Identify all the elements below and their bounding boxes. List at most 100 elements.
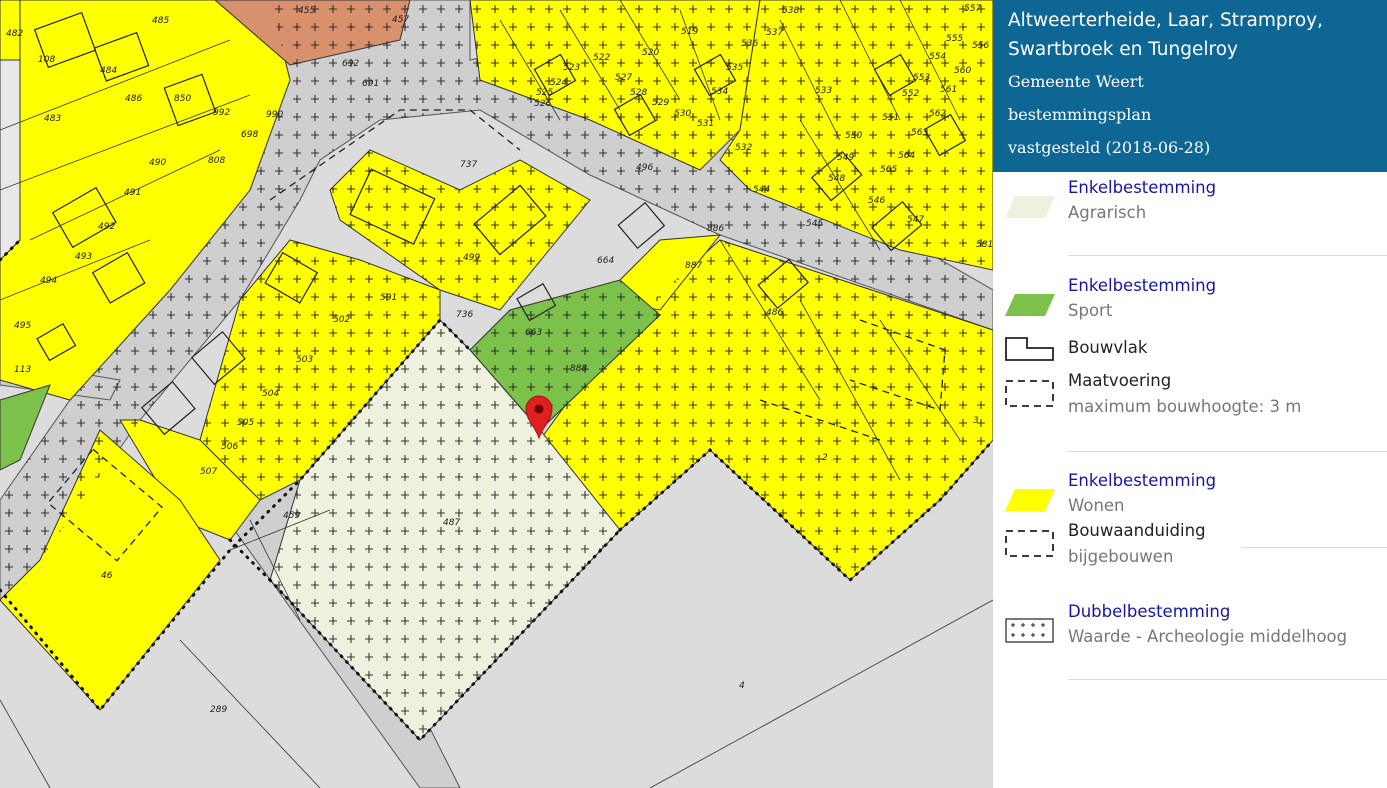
plot-number-label: 4 bbox=[739, 681, 745, 691]
legend-item-archeologie: Dubbelbestemming Waarde - Archeologie mi… bbox=[993, 596, 1387, 686]
plot-number-label: 484 bbox=[100, 66, 117, 76]
plot-number-label: 551 bbox=[882, 113, 899, 123]
plot-number-label: 495 bbox=[14, 321, 31, 331]
plot-number-label: 491 bbox=[124, 188, 141, 198]
plot-number-label: 548 bbox=[828, 174, 845, 184]
zone-wonen-nw-pale bbox=[0, 59, 21, 261]
plot-number-label: 887 bbox=[685, 261, 702, 271]
agrarisch-name: Agrarisch bbox=[1068, 203, 1147, 222]
plot-number-label: 529 bbox=[652, 98, 669, 108]
legend-item-wonen: Enkelbestemming Wonen bbox=[993, 465, 1387, 525]
plot-number-label: 563 bbox=[911, 128, 928, 138]
plot-number-label: 527 bbox=[615, 73, 632, 83]
legend-item-agrarisch: Enkelbestemming Agrarisch bbox=[993, 172, 1387, 262]
maatvoering-label: Maatvoering bbox=[1068, 371, 1172, 390]
plot-number-label: 505 bbox=[237, 418, 254, 428]
legend-divider bbox=[1068, 255, 1387, 256]
bouwvlak-label: Bouwvlak bbox=[1068, 338, 1148, 357]
archeologie-name: Waarde - Archeologie middelhoog bbox=[1068, 627, 1348, 646]
plot-number-label: 525 bbox=[536, 88, 553, 98]
plot-number-label: 698 bbox=[241, 130, 258, 140]
plot-number-label: 485 bbox=[152, 16, 169, 26]
wonen-name: Wonen bbox=[1068, 496, 1125, 515]
plot-number-label: 549 bbox=[837, 153, 854, 163]
plot-number-label: 502 bbox=[333, 315, 350, 325]
plot-number-label: 692 bbox=[342, 59, 359, 69]
plot-number-label: 556 bbox=[972, 41, 989, 51]
maatvoering-detail: maximum bouwhoogte: 3 m bbox=[1068, 397, 1302, 416]
plot-number-label: 530 bbox=[674, 109, 691, 119]
plot-number-label: 455 bbox=[298, 6, 315, 16]
municipality-label: Gemeente Weert bbox=[1008, 72, 1144, 91]
plot-number-label: 552 bbox=[902, 89, 919, 99]
plot-number-label: 561 bbox=[940, 85, 957, 95]
plot-number-label: 499 bbox=[463, 253, 480, 263]
legend-divider bbox=[1068, 451, 1387, 452]
plot-number-label: 486 bbox=[125, 94, 142, 104]
plot-number-label: 519 bbox=[681, 27, 698, 37]
plot-number-label: 503 bbox=[296, 355, 313, 365]
plot-number-label: 3 bbox=[973, 416, 979, 426]
archeologie-pattern-icon bbox=[1005, 618, 1054, 643]
plot-number-label: 534 bbox=[711, 87, 728, 97]
legend-item-sport: Enkelbestemming Sport bbox=[993, 270, 1387, 330]
plot-number-label: 564 bbox=[898, 151, 915, 161]
legend-item-bouwaanduiding: Bouwaanduiding bijgebouwen bbox=[993, 518, 1387, 582]
plot-number-label: 888 bbox=[570, 364, 587, 374]
plot-number-label: 550 bbox=[845, 131, 862, 141]
plot-number-label: 113 bbox=[14, 365, 31, 375]
archeologie-category: Dubbelbestemming bbox=[1068, 602, 1231, 621]
legend-panel: Altweerterheide, Laar, Stramproy, Swartb… bbox=[993, 0, 1387, 788]
plot-number-label: 523 bbox=[563, 63, 580, 73]
plot-number-label: 581 bbox=[976, 240, 993, 250]
plot-number-label: 664 bbox=[597, 256, 614, 266]
plot-number-label: 289 bbox=[210, 705, 227, 715]
maatvoering-symbol-icon bbox=[1005, 380, 1054, 407]
plot-number-label: 506 bbox=[221, 442, 238, 452]
plot-number-label: 2 bbox=[822, 453, 828, 463]
map-canvas[interactable]: 455 457 485 482 108 484 486 483 850 992 990 698 808 4… bbox=[0, 0, 993, 788]
plot-number-label: 494 bbox=[40, 276, 57, 286]
legend-item-bouwvlak: Bouwvlak bbox=[993, 330, 1387, 366]
plot-number-label: 532 bbox=[735, 143, 752, 153]
sport-name: Sport bbox=[1068, 301, 1113, 320]
plan-type-label: bestemmingsplan bbox=[1008, 105, 1152, 124]
plan-status-label: vastgesteld (2018-06-28) bbox=[1008, 138, 1211, 157]
plot-number-label: 528 bbox=[630, 88, 647, 98]
plan-header: Altweerterheide, Laar, Stramproy, Swartb… bbox=[993, 0, 1387, 172]
plot-number-label: 493 bbox=[75, 252, 92, 262]
plot-number-label: 496 bbox=[636, 163, 653, 173]
plot-number-label: 565 bbox=[880, 165, 897, 175]
plot-number-label: 555 bbox=[946, 34, 963, 44]
legend-divider bbox=[1068, 679, 1387, 680]
plot-number-label: 487 bbox=[443, 518, 460, 528]
plot-number-label: 537 bbox=[766, 28, 783, 38]
agrarisch-category: Enkelbestemming bbox=[1068, 178, 1217, 197]
plot-number-label: 990 bbox=[266, 110, 283, 120]
plot-number-label: 526 bbox=[534, 99, 551, 109]
plot-number-label: 492 bbox=[98, 222, 115, 232]
plot-number-label: 886 bbox=[707, 224, 724, 234]
plot-number-label: 490 bbox=[149, 158, 166, 168]
plot-number-label: 531 bbox=[697, 119, 714, 129]
bouwvlak-symbol-icon bbox=[1005, 337, 1054, 361]
wonen-swatch-icon bbox=[1005, 489, 1055, 511]
plot-number-label: 546 bbox=[868, 196, 885, 206]
plot-number-label: 547 bbox=[907, 215, 924, 225]
bouwaanduiding-label: Bouwaanduiding bbox=[1068, 521, 1206, 540]
plot-number-label: 108 bbox=[38, 55, 55, 65]
plot-number-label: 663 bbox=[525, 328, 542, 338]
plot-number-label: 554 bbox=[929, 52, 946, 62]
plot-number-label: 553 bbox=[913, 73, 930, 83]
legend-divider bbox=[1241, 547, 1387, 548]
plan-title: Altweerterheide, Laar, Stramproy, Swartb… bbox=[1008, 10, 1323, 60]
plot-number-label: 524 bbox=[550, 78, 567, 88]
plot-number-label: 457 bbox=[392, 15, 409, 25]
plot-number-label: 507 bbox=[200, 467, 217, 477]
plot-number-label: 691 bbox=[362, 79, 379, 89]
plot-number-label: 545 bbox=[806, 219, 823, 229]
plot-number-label: 992 bbox=[213, 108, 230, 118]
wonen-category: Enkelbestemming bbox=[1068, 471, 1217, 490]
agrarisch-swatch-icon bbox=[1005, 196, 1055, 218]
plot-number-label: 535 bbox=[726, 63, 743, 73]
